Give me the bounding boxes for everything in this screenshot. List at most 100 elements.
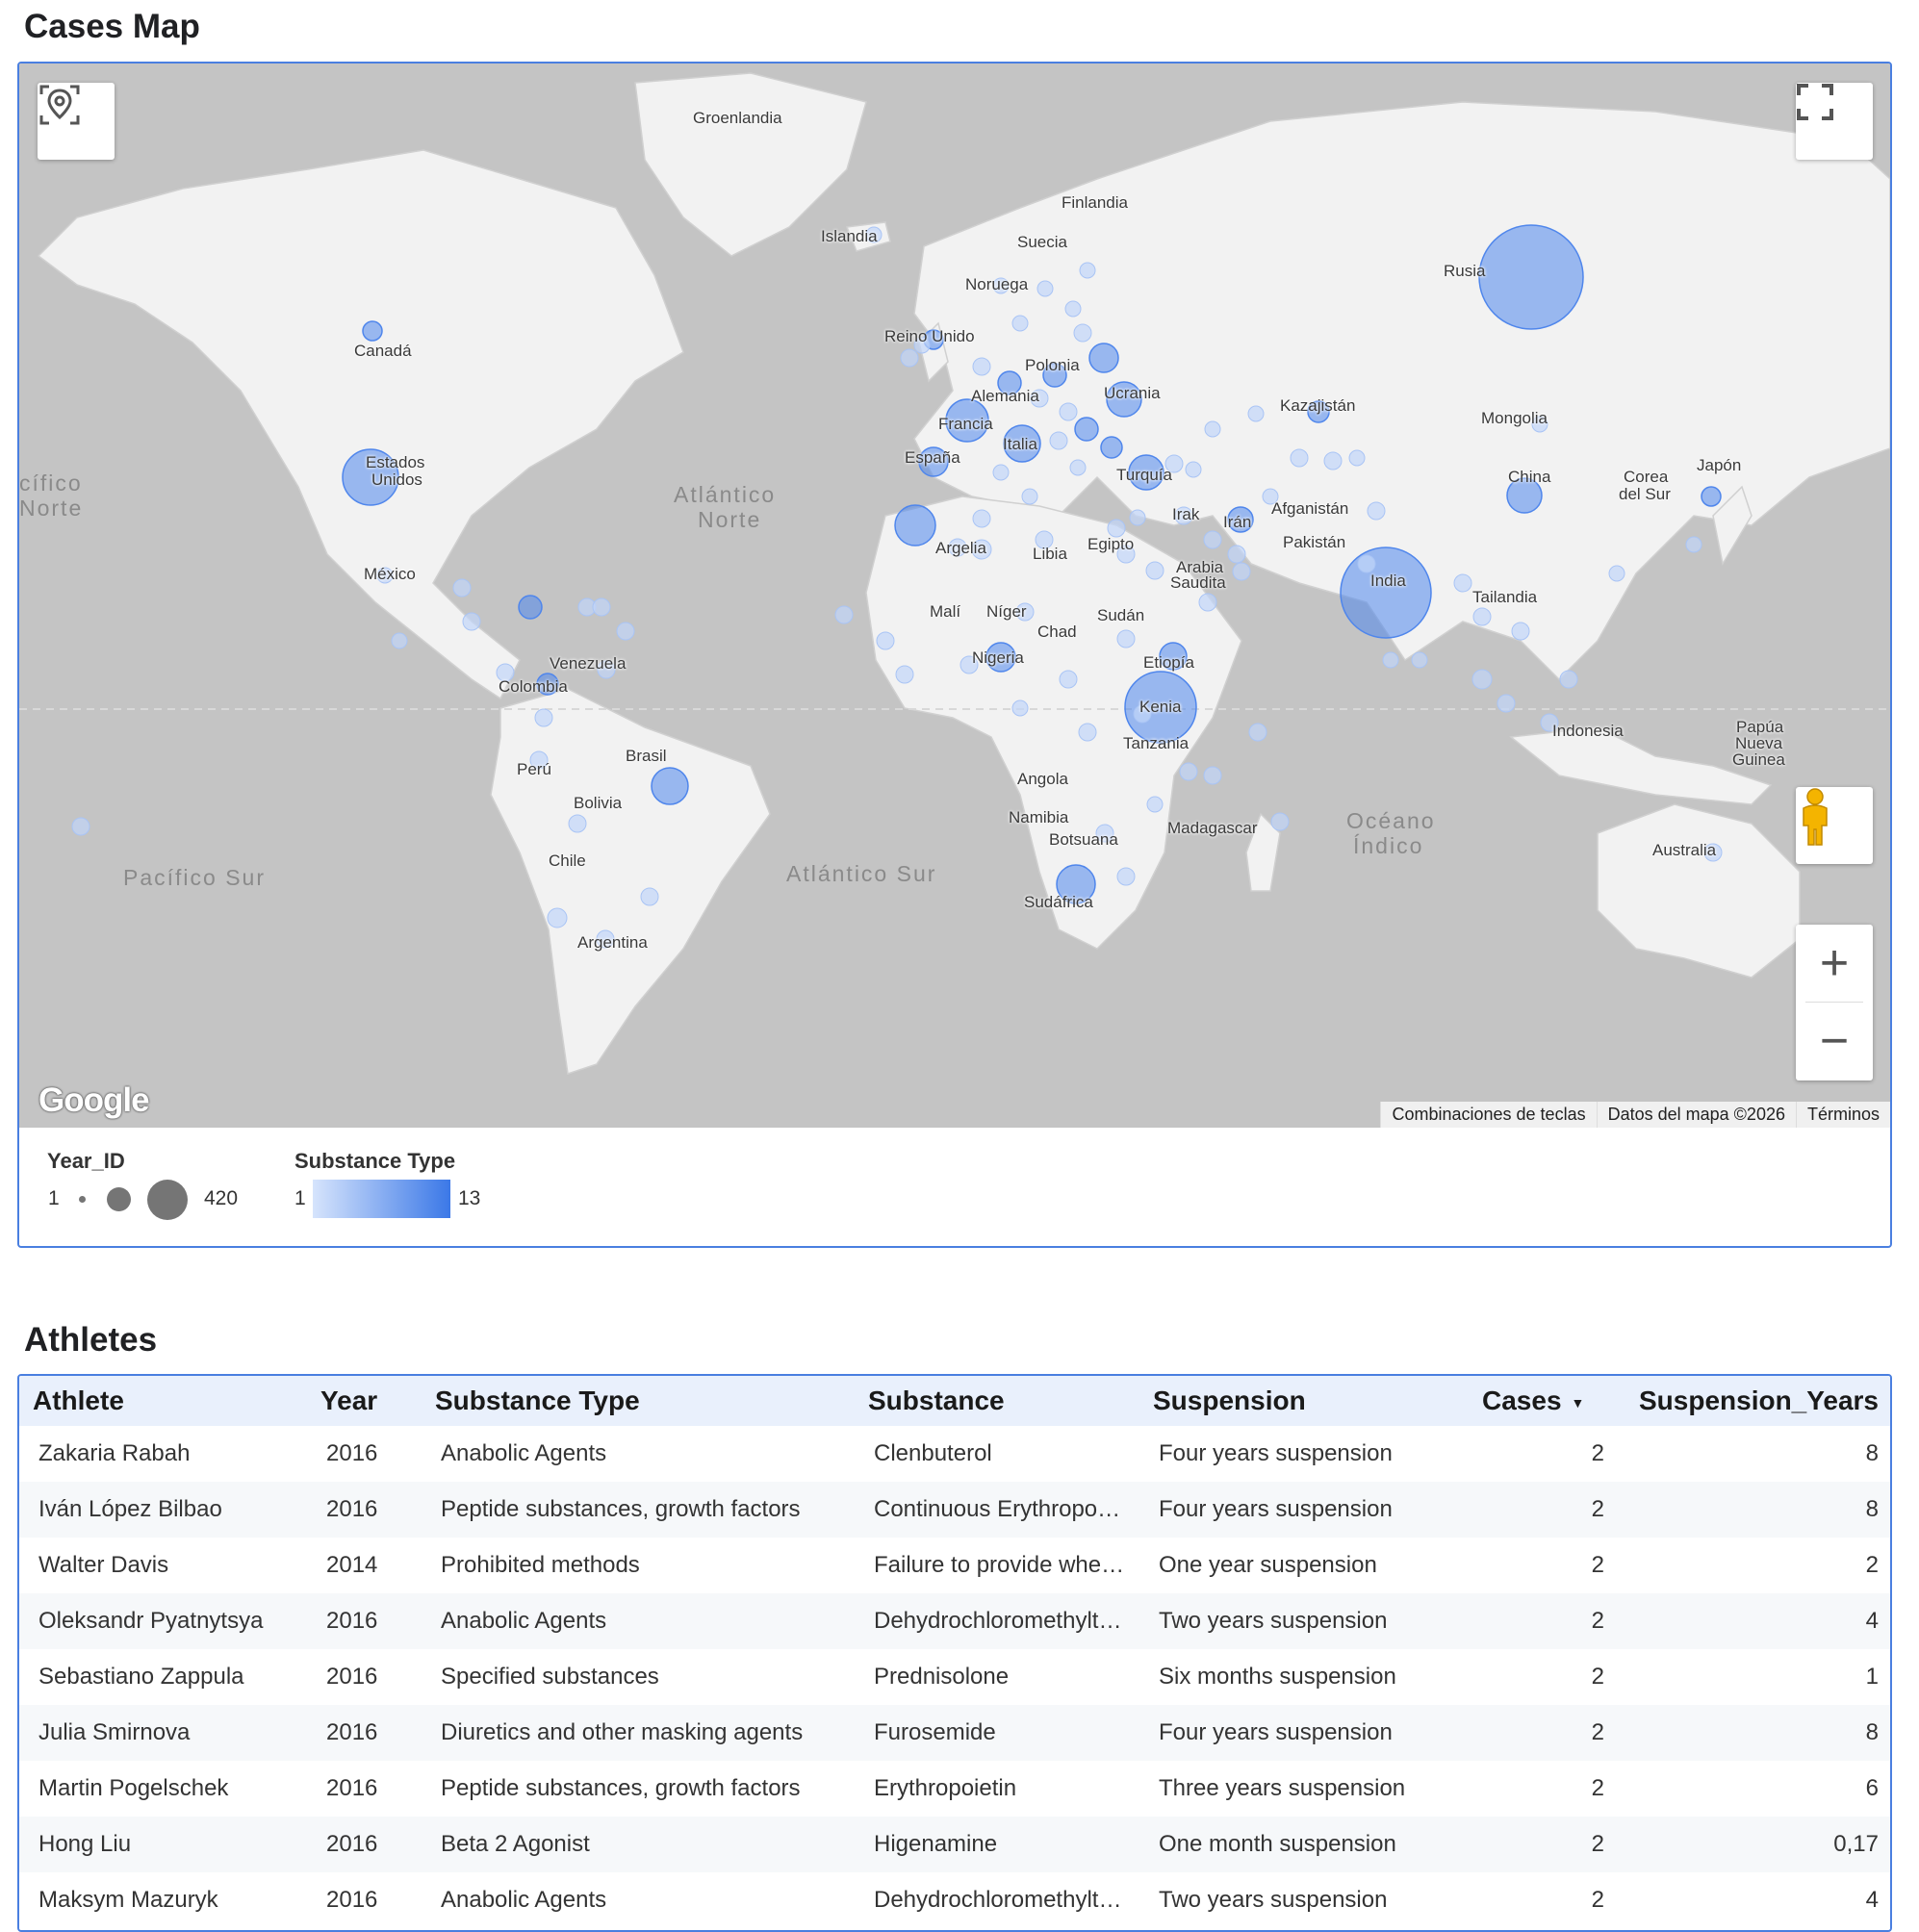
cell-athlete: Maksym Mazuryk xyxy=(38,1887,218,1913)
label-arabia-2: Saudita xyxy=(1170,573,1226,592)
map-data-link[interactable]: Datos del mapa ©2026 xyxy=(1596,1102,1796,1128)
cell-year: 2016 xyxy=(326,1664,378,1690)
table-row[interactable]: Oleksandr Pyatnytsya 2016 Anabolic Agents D… xyxy=(19,1593,1890,1649)
cell-cases: 2 xyxy=(1469,1705,1618,1761)
cell-suspension-years: 4 xyxy=(1865,1887,1879,1913)
ocean-pacifico-norte-1: cífico xyxy=(19,470,83,496)
table-row[interactable]: Julia Smirnova 2016 Diuretics and other ma… xyxy=(19,1705,1890,1761)
label-estados-unidos-1: Estados xyxy=(366,453,425,471)
label-mali: Malí xyxy=(930,602,961,621)
table-row[interactable]: Walter Davis 2014 Prohibited methods Failur… xyxy=(19,1538,1890,1593)
label-finlandia: Finlandia xyxy=(1062,193,1128,212)
label-irak: Irak xyxy=(1172,505,1200,523)
cell-substance: Failure to provide whe… xyxy=(874,1552,1125,1578)
cell-athlete: Martin Pogelschek xyxy=(38,1775,229,1801)
legend-color-max: 13 xyxy=(458,1187,481,1209)
zoom-out-button[interactable]: − xyxy=(1796,1003,1873,1080)
label-noruega: Noruega xyxy=(965,275,1029,293)
legend-size-dot-medium xyxy=(107,1187,131,1211)
label-iran: Irán xyxy=(1223,513,1252,531)
terms-link[interactable]: Términos xyxy=(1795,1102,1890,1128)
col-header-suspension-years[interactable]: Suspension_Years xyxy=(1618,1376,1890,1426)
cell-suspension-years: 2 xyxy=(1865,1552,1879,1578)
cell-suspension: Four years suspension xyxy=(1159,1440,1393,1466)
legend-size-dot-large xyxy=(147,1180,188,1220)
col-header-substance-type[interactable]: Substance Type xyxy=(422,1376,855,1426)
cell-cases: 2 xyxy=(1591,1887,1604,1913)
label-islandia: Islandia xyxy=(821,227,878,245)
col-header-substance[interactable]: Substance xyxy=(855,1376,1139,1426)
label-afganistan: Afganistán xyxy=(1271,499,1349,518)
label-corea-1: Corea xyxy=(1624,468,1669,486)
label-australia: Australia xyxy=(1652,841,1717,859)
label-angola: Angola xyxy=(1017,770,1068,788)
col-header-year[interactable]: Year xyxy=(307,1376,422,1426)
cell-suspension-years: 6 xyxy=(1865,1775,1879,1801)
cell-substance: Dehydrochloromethylt… xyxy=(874,1887,1122,1913)
table-row[interactable]: Iván López Bilbao 2016 Peptide substances,… xyxy=(19,1482,1890,1538)
label-kenia: Kenia xyxy=(1139,698,1182,716)
label-groenlandia: Groenlandia xyxy=(693,109,782,127)
keyboard-shortcuts-link[interactable]: Combinaciones de teclas xyxy=(1380,1102,1596,1128)
bubble-balkans xyxy=(1074,417,1099,442)
athletes-table-panel: Athlete Year Substance Type Substance Su… xyxy=(17,1374,1892,1932)
cell-cases: 2 xyxy=(1591,1440,1604,1466)
cell-substance-type: Peptide substances, growth factors xyxy=(441,1775,801,1801)
cell-substance: Furosemide xyxy=(855,1705,1139,1761)
table-row[interactable]: Sebastiano Zappula 2016 Specified substanc… xyxy=(19,1649,1890,1705)
google-logo: Google xyxy=(38,1081,150,1119)
cell-athlete: Iván López Bilbao xyxy=(19,1482,307,1538)
label-alemania: Alemania xyxy=(971,387,1039,405)
table-row[interactable]: Martin Pogelschek 2016 Peptide substances,… xyxy=(19,1761,1890,1817)
cell-substance: Clenbuterol xyxy=(874,1440,992,1466)
cell-substance-type: Specified substances xyxy=(441,1664,659,1690)
cell-cases: 2 xyxy=(1591,1775,1604,1801)
table-row[interactable]: Zakaria Rabah 2016 Anabolic Agents Clenbute… xyxy=(19,1426,1890,1482)
label-francia: Francia xyxy=(938,415,993,433)
location-pin-icon xyxy=(39,85,80,125)
cell-suspension: One year suspension xyxy=(1159,1552,1377,1578)
bubble-belarus xyxy=(1088,343,1119,373)
cell-substance-type: Anabolic Agents xyxy=(441,1440,607,1466)
label-peru: Perú xyxy=(517,760,551,778)
label-india: India xyxy=(1370,572,1406,590)
cell-cases: 2 xyxy=(1591,1664,1604,1690)
table-row[interactable]: Hong Liu 2016 Beta 2 Agonist Higenamine One … xyxy=(19,1817,1890,1872)
cell-athlete: Oleksandr Pyatnytsya xyxy=(19,1593,307,1649)
zoom-in-button[interactable]: + xyxy=(1796,925,1873,1002)
map-location-button[interactable] xyxy=(38,83,115,160)
label-sudafrica: Sudáfrica xyxy=(1024,893,1093,911)
cell-cases: 2 xyxy=(1469,1482,1618,1538)
label-japon: Japón xyxy=(1697,456,1742,474)
ocean-atlantico-norte-1: Atlántico xyxy=(674,482,777,507)
cell-substance: Prednisolone xyxy=(874,1664,1010,1690)
col-header-athlete[interactable]: Athlete xyxy=(19,1376,307,1426)
world-map[interactable]: Groenlandia Finlandia Islandia Suecia No… xyxy=(19,64,1890,1128)
cell-athlete: Walter Davis xyxy=(38,1552,169,1578)
map-fullscreen-button[interactable] xyxy=(1796,83,1873,160)
cell-suspension: Four years suspension xyxy=(1139,1705,1469,1761)
bubble-japan xyxy=(1701,486,1722,507)
label-namibia: Namibia xyxy=(1009,808,1069,826)
label-mongolia: Mongolia xyxy=(1481,409,1548,427)
cell-cases: 2 xyxy=(1591,1552,1604,1578)
legend-size-dot-small xyxy=(79,1196,86,1203)
col-header-cases[interactable]: Cases ▼ xyxy=(1469,1376,1618,1426)
label-estados-unidos-2: Unidos xyxy=(371,470,422,489)
map-land-layer xyxy=(19,72,1890,1075)
label-chad: Chad xyxy=(1037,623,1077,641)
cell-suspension-years: 8 xyxy=(1618,1482,1890,1538)
label-tailandia: Tailandia xyxy=(1472,588,1538,606)
label-botsuana: Botsuana xyxy=(1049,830,1118,849)
label-polonia: Polonia xyxy=(1025,356,1080,374)
label-niger: Níger xyxy=(986,602,1027,621)
cell-year: 2016 xyxy=(307,1817,422,1872)
bubble-jamaica xyxy=(518,595,543,620)
label-nigeria: Nigeria xyxy=(972,648,1024,667)
col-header-suspension[interactable]: Suspension xyxy=(1139,1376,1469,1426)
cell-suspension: Two years suspension xyxy=(1139,1593,1469,1649)
ocean-atlantico-norte-2: Norte xyxy=(698,507,762,532)
street-view-pegman-button[interactable] xyxy=(1796,787,1873,864)
label-brasil: Brasil xyxy=(626,747,667,765)
table-row[interactable]: Maksym Mazuryk 2016 Anabolic Agents Dehydro… xyxy=(19,1872,1890,1928)
